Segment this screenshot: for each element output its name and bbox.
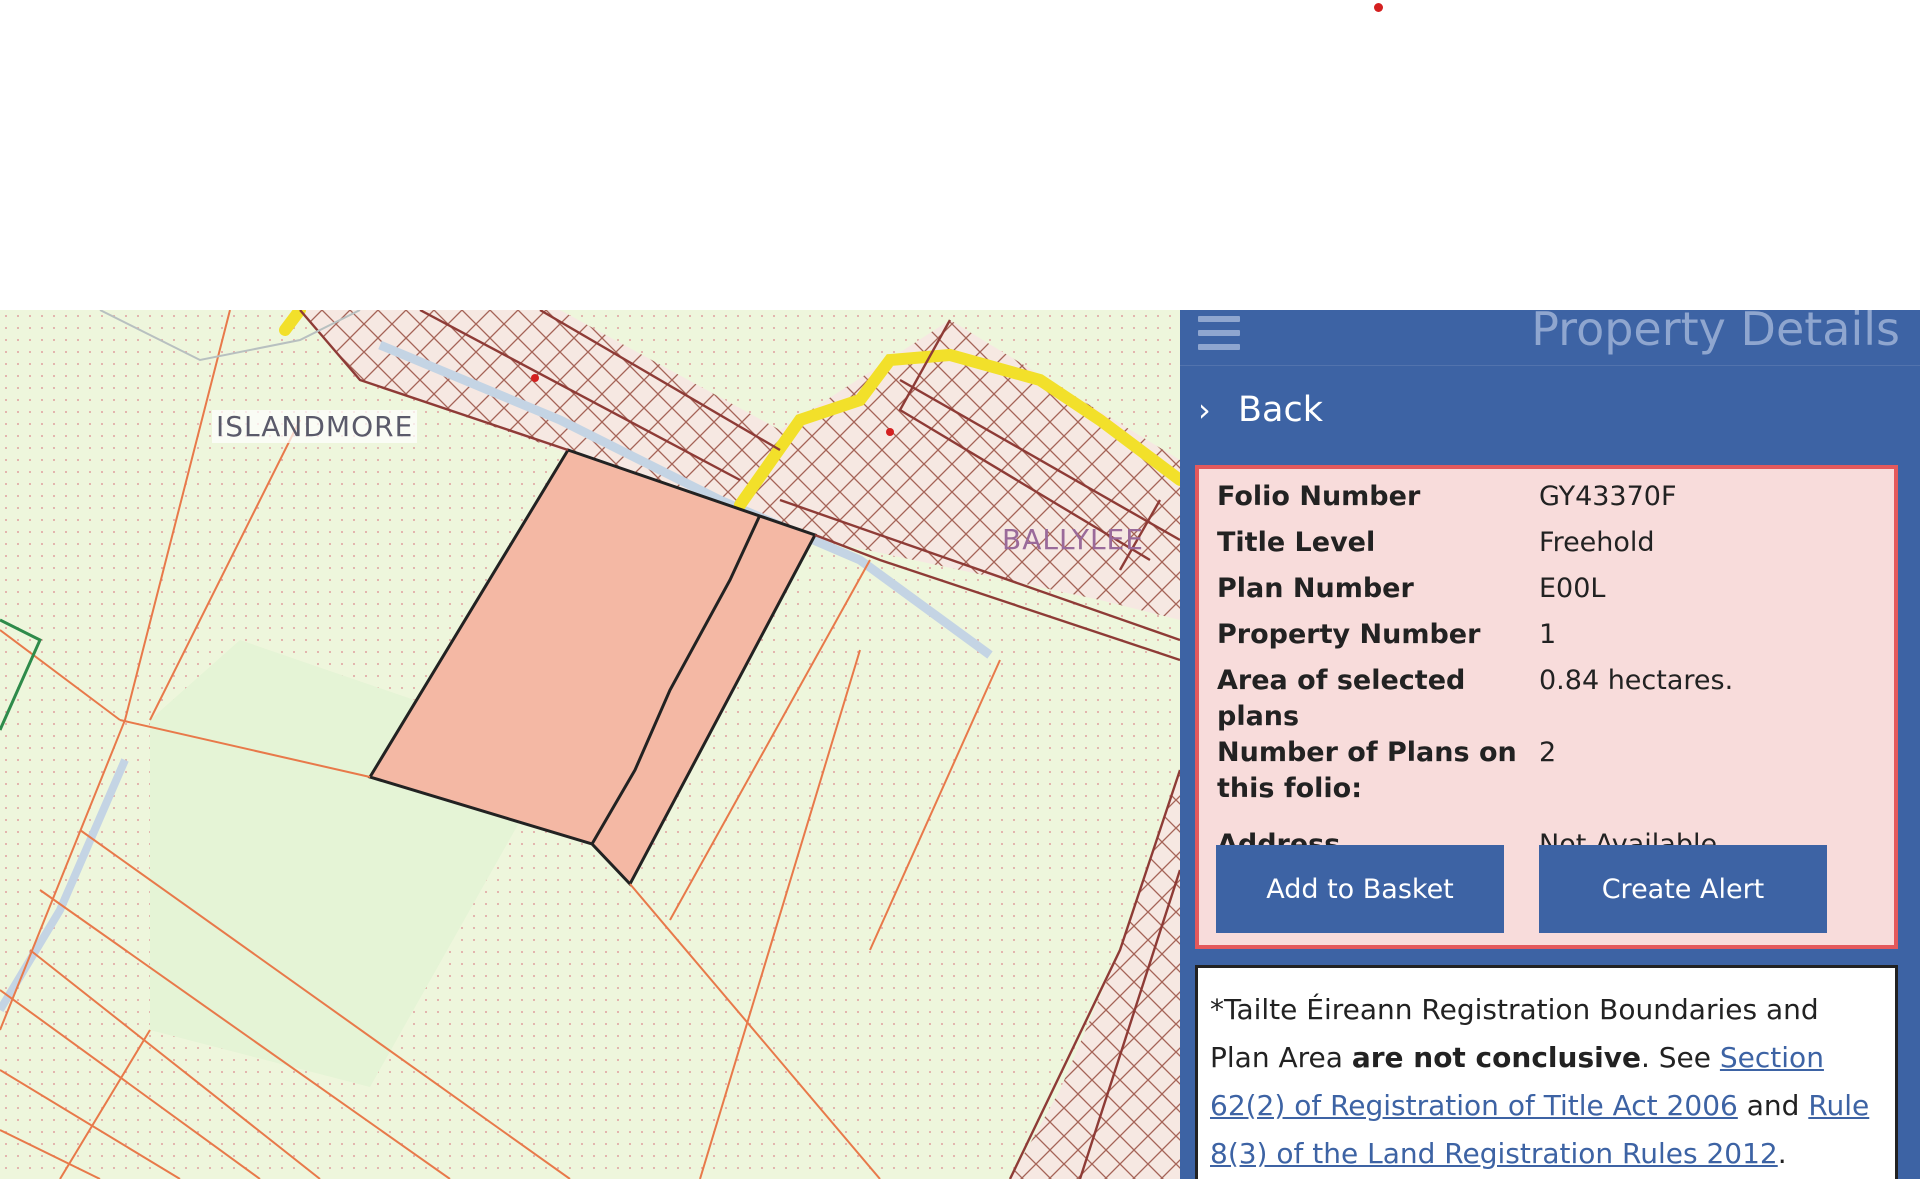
property-details-panel: Property Details › Back Folio Number GY4… [1180,310,1920,1179]
detail-label: Number of Plans on this folio: [1217,737,1517,804]
detail-row-plan-number: Plan Number E00L [1217,571,1733,617]
panel-header: Property Details [1180,310,1920,366]
chevron-right-icon: › [1198,391,1211,429]
disclaimer-bold: are not conclusive [1351,1041,1641,1074]
map-view[interactable]: ISLANDMORE BALLYLEE [0,310,1180,1179]
disclaimer-box: *Tailte Éireann Registration Boundaries … [1195,965,1898,1179]
create-alert-button[interactable]: Create Alert [1539,845,1827,933]
detail-label: Plan Number [1217,573,1414,604]
detail-row-title-level: Title Level Freehold [1217,525,1733,571]
detail-label: Title Level [1217,527,1376,558]
disclaimer-text: and [1737,1089,1809,1122]
back-label: Back [1238,390,1323,430]
hamburger-icon[interactable] [1198,316,1240,350]
disclaimer-text: . See [1640,1041,1720,1074]
townland-label-islandmore: ISLANDMORE [212,410,418,443]
property-details-card: Folio Number GY43370F Title Level Freeho… [1195,465,1898,949]
detail-row-folio-number: Folio Number GY43370F [1217,479,1733,525]
detail-value: E00L [1539,573,1606,604]
detail-label: Folio Number [1217,481,1421,512]
add-to-basket-button[interactable]: Add to Basket [1216,845,1504,933]
detail-value: 0.84 hectares. [1539,665,1734,696]
details-table: Folio Number GY43370F Title Level Freeho… [1217,479,1733,873]
panel-title: Property Details [1531,310,1900,356]
map-app: ISLANDMORE BALLYLEE Property Details › B… [0,310,1920,1179]
map-point-marker [531,374,539,382]
detail-row-area: Area of selected plans 0.84 hectares. [1217,663,1733,735]
detail-value: GY43370F [1539,481,1677,512]
map-point-marker [1374,3,1383,12]
map-canvas[interactable] [0,310,1180,1179]
detail-row-property-number: Property Number 1 [1217,617,1733,663]
back-button[interactable]: › Back [1180,366,1920,454]
detail-label: Property Number [1217,619,1481,650]
detail-label: Area of selected plans [1217,665,1466,732]
detail-value: 2 [1539,737,1557,768]
townland-label-ballylee: BALLYLEE [1002,523,1144,556]
disclaimer-text: . [1777,1137,1787,1170]
detail-value: Freehold [1539,527,1655,558]
detail-row-number-of-plans: Number of Plans on this folio: 2 [1217,735,1733,827]
detail-value: 1 [1539,619,1557,650]
map-point-marker [886,428,894,436]
